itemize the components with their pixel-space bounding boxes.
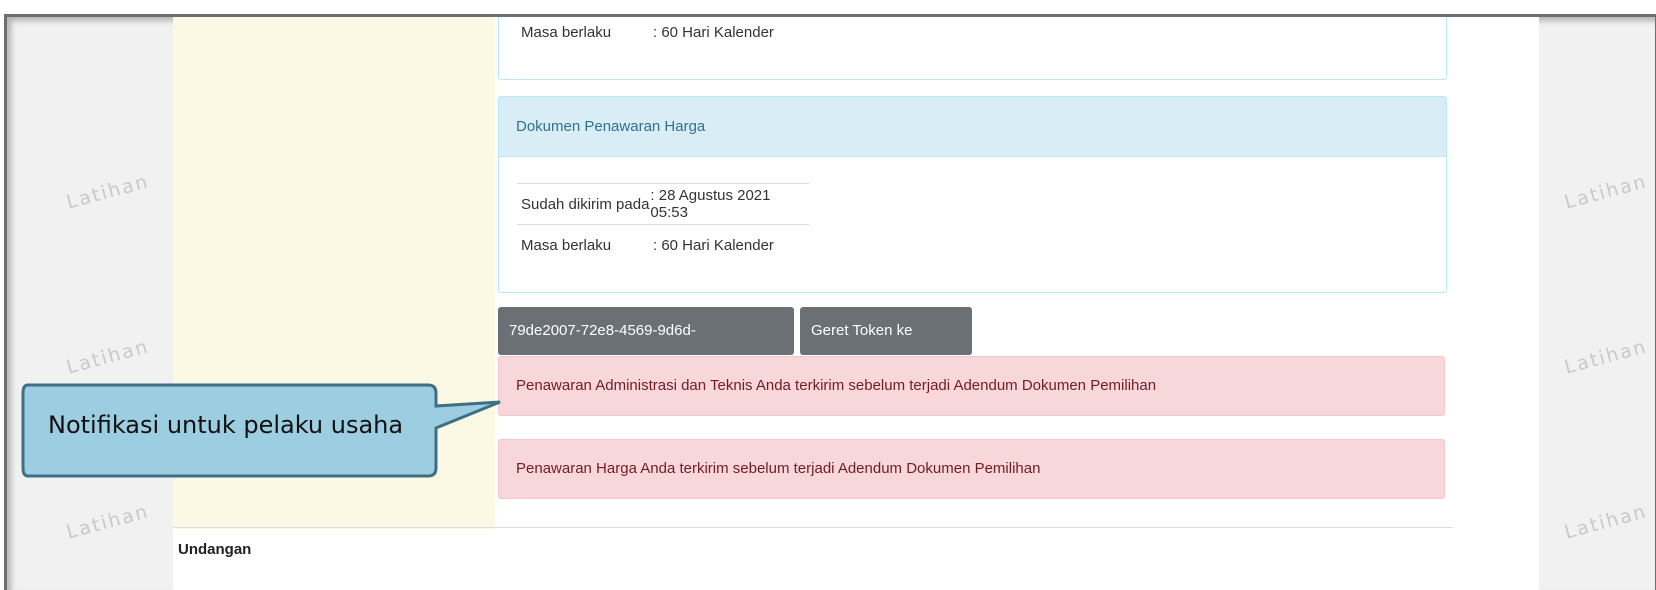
callout-text: Notifikasi untuk pelaku usaha: [48, 411, 404, 439]
page-content: Masa berlaku : 60 Hari Kalender Dokumen …: [173, 17, 1539, 590]
alert-admin-teknis: Penawaran Administrasi dan Teknis Anda t…: [498, 356, 1445, 416]
sent-value: : 28 Agustus 2021 05:53: [650, 187, 771, 221]
token-button[interactable]: 79de2007-72e8-4569-9d6d-9ad6d528156c: [498, 307, 794, 387]
panel-title: Dokumen Penawaran Harga: [499, 97, 1446, 157]
sent-label: Sudah dikirim pada: [521, 195, 650, 213]
geret-token-button[interactable]: Geret Token ke Apendo: [800, 307, 972, 387]
notification-callout: Notifikasi untuk pelaku usaha: [21, 383, 501, 478]
watermark: Latihan: [64, 170, 152, 214]
dokumen-panel-top: Masa berlaku : 60 Hari Kalender: [498, 17, 1447, 80]
masa-berlaku-label: Masa berlaku: [521, 236, 612, 254]
masa-berlaku-value: : 60 Hari Kalender: [653, 236, 774, 254]
watermark: Latihan: [64, 335, 152, 379]
dokumen-penawaran-harga-panel: Dokumen Penawaran Harga Sudah dikirim pa…: [498, 96, 1447, 293]
watermark: Latihan: [1562, 170, 1650, 214]
watermark: Latihan: [64, 500, 152, 544]
section-divider: [173, 527, 1453, 528]
undangan-heading: Undangan: [178, 541, 252, 558]
watermark: Latihan: [1562, 335, 1650, 379]
screenshot-frame: Latihan Latihan Latihan Latihan Latihan …: [4, 14, 1656, 590]
masa-berlaku-value: : 60 Hari Kalender: [653, 23, 774, 41]
masa-berlaku-label: Masa berlaku: [521, 23, 612, 41]
alert-harga: Penawaran Harga Anda terkirim sebelum te…: [498, 439, 1445, 499]
watermark: Latihan: [1562, 500, 1650, 544]
